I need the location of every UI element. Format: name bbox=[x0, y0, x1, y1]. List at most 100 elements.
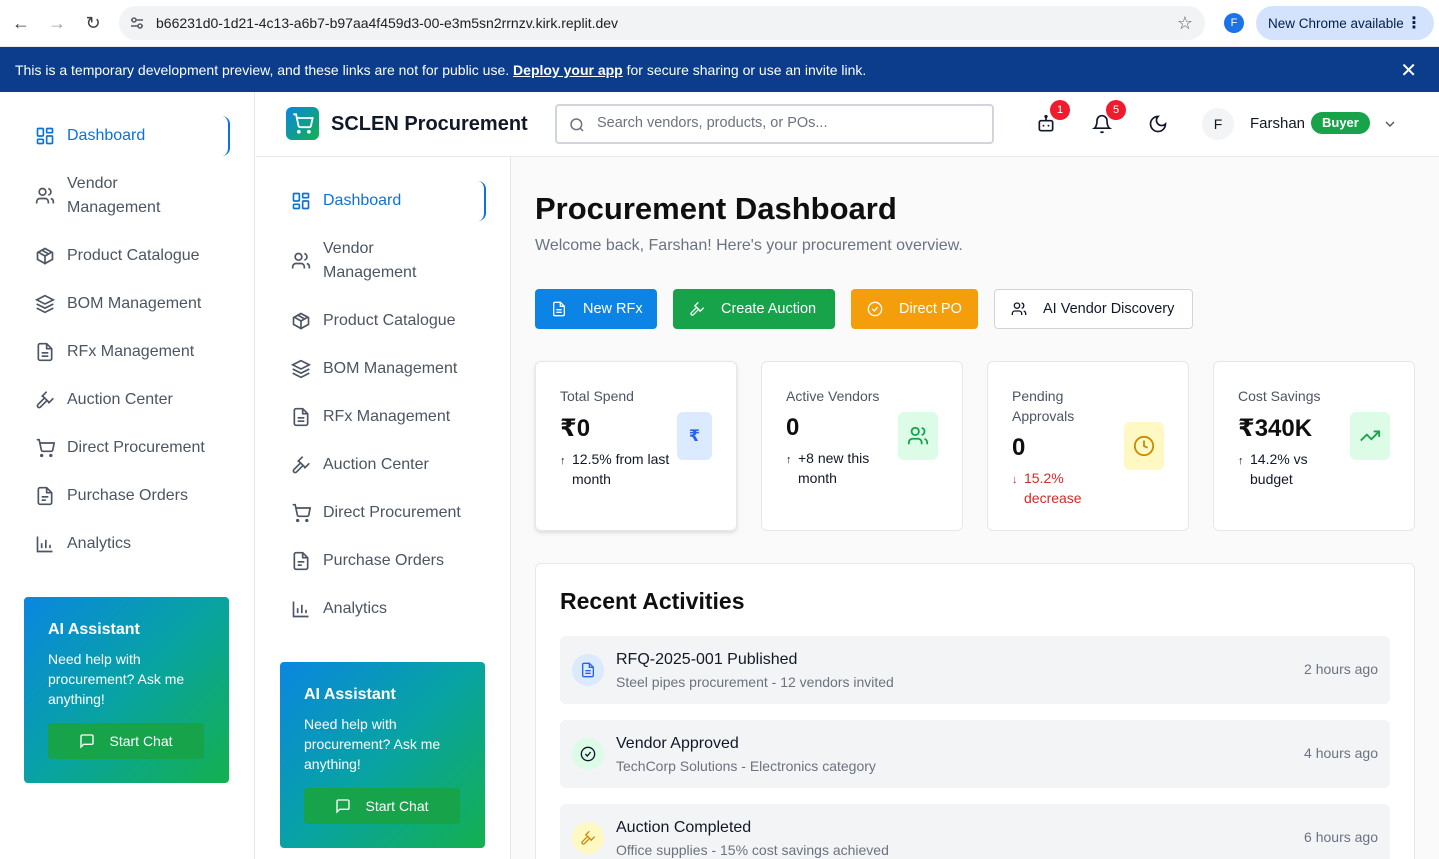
rupee-symbol: ₹ bbox=[688, 428, 701, 445]
ai-assistant-text: Need help with procurement? Ask me anyth… bbox=[304, 716, 441, 772]
profile-avatar[interactable]: F bbox=[1224, 13, 1244, 33]
gavel-icon bbox=[690, 301, 705, 316]
sidebar-item-direct-procurement[interactable]: Direct Procurement bbox=[24, 436, 230, 460]
file-text-icon bbox=[293, 407, 309, 427]
cart-icon bbox=[293, 113, 314, 134]
role-badge: Buyer bbox=[1311, 112, 1370, 134]
arrow-down-icon: ↓ bbox=[1012, 474, 1018, 486]
user-avatar[interactable]: F bbox=[1202, 108, 1234, 140]
sidebar-item-direct-procurement[interactable]: Direct Procurement bbox=[280, 501, 486, 525]
sidebar-item-dashboard[interactable]: Dashboard bbox=[280, 181, 486, 221]
sidebar-item-purchase-orders[interactable]: Purchase Orders bbox=[280, 549, 486, 573]
stat-change-text: 14.2% vs budget bbox=[1250, 451, 1308, 487]
create-auction-button[interactable]: Create Auction bbox=[673, 289, 835, 329]
package-icon bbox=[36, 247, 54, 265]
app-header: SCLEN Procurement 1 5 F Farshan Buyer bbox=[256, 92, 1439, 157]
sidebar-item-analytics[interactable]: Analytics bbox=[24, 532, 230, 556]
bar-chart-icon bbox=[292, 601, 309, 618]
sidebar-item-dashboard[interactable]: Dashboard bbox=[24, 116, 230, 156]
stat-label: Pending Approvals bbox=[1012, 388, 1075, 424]
package-icon bbox=[292, 312, 310, 330]
sidebar-item-bom-management[interactable]: BOM Management bbox=[24, 292, 230, 316]
users-icon bbox=[35, 187, 55, 204]
users-glyph bbox=[907, 426, 929, 445]
update-chrome-label: New Chrome available bbox=[1268, 16, 1404, 31]
sidebar-item-label: Analytics bbox=[67, 535, 132, 552]
sidebar-item-analytics[interactable]: Analytics bbox=[280, 597, 486, 621]
browser-toolbar: ← → ↻ b66231d0-1d21-4c13-a6b7-b97aa4f459… bbox=[0, 0, 1439, 47]
sidebar-item-product-catalogue[interactable]: Product Catalogue bbox=[24, 244, 230, 268]
banner-text-after: for secure sharing or use an invite link… bbox=[622, 62, 867, 78]
trending-up-icon bbox=[1350, 412, 1390, 460]
activity-item[interactable]: RFQ-2025-001 Published Steel pipes procu… bbox=[560, 636, 1390, 704]
global-search[interactable] bbox=[555, 104, 994, 144]
direct-po-label: Direct PO bbox=[899, 301, 962, 317]
sidebar-item-label: BOM Management bbox=[323, 360, 458, 377]
new-rfx-label: New RFx bbox=[583, 301, 643, 317]
sidebar-item-label: Product Catalogue bbox=[67, 247, 200, 264]
url-text: b66231d0-1d21-4c13-a6b7-b97aa4f459d3-00-… bbox=[156, 15, 619, 31]
users-icon bbox=[898, 412, 938, 460]
activity-time: 2 hours ago bbox=[1304, 661, 1378, 677]
forward-arrow-icon[interactable]: → bbox=[46, 12, 68, 34]
back-arrow-icon[interactable]: ← bbox=[10, 12, 32, 34]
stat-change: ↓ 15.2% decrease bbox=[1012, 468, 1102, 508]
stat-change-text: 12.5% from last month bbox=[572, 451, 670, 487]
sidebar-item-purchase-orders[interactable]: Purchase Orders bbox=[24, 484, 230, 508]
reload-icon[interactable]: ↻ bbox=[82, 12, 104, 34]
activity-item[interactable]: Auction Completed Office supplies - 15% … bbox=[560, 804, 1390, 859]
stat-change: ↑ 12.5% from last month bbox=[560, 449, 685, 489]
layers-icon bbox=[291, 359, 311, 379]
direct-po-button[interactable]: Direct PO bbox=[851, 289, 978, 329]
stat-change-text: +8 new this month bbox=[798, 450, 870, 486]
ai-assistant-title: AI Assistant bbox=[48, 621, 140, 638]
file-icon bbox=[37, 486, 53, 506]
start-chat-label: Start Chat bbox=[109, 733, 173, 749]
sidebar-item-label: Analytics bbox=[323, 600, 388, 617]
activity-title: Auction Completed bbox=[616, 819, 752, 836]
stat-label: Total Spend bbox=[560, 388, 634, 404]
brand-name: SCLEN Procurement bbox=[331, 113, 528, 135]
activity-time: 4 hours ago bbox=[1304, 745, 1378, 761]
sidebar-item-auction-center[interactable]: Auction Center bbox=[24, 388, 230, 412]
dev-preview-banner: This is a temporary development preview,… bbox=[0, 47, 1439, 92]
sidebar-item-rfx-management[interactable]: RFx Management bbox=[24, 340, 230, 364]
main-content: Procurement Dashboard Welcome back, Fars… bbox=[511, 157, 1439, 859]
bar-chart-icon bbox=[36, 536, 53, 553]
sidebar-item-product-catalogue[interactable]: Product Catalogue bbox=[280, 309, 486, 333]
page-title: Procurement Dashboard bbox=[535, 191, 897, 226]
deploy-link[interactable]: Deploy your app bbox=[513, 62, 623, 78]
bookmark-star-icon[interactable]: ☆ bbox=[1177, 13, 1193, 34]
ai-assistant-title: AI Assistant bbox=[304, 686, 396, 703]
check-circle-icon bbox=[867, 301, 883, 317]
update-chrome-button[interactable]: New Chrome available ⋮ bbox=[1256, 6, 1434, 40]
user-name[interactable]: Farshan bbox=[1250, 115, 1305, 132]
site-settings-icon[interactable] bbox=[129, 15, 145, 31]
sidebar-item-label: Product Catalogue bbox=[323, 312, 456, 329]
sidebar-item-bom-management[interactable]: BOM Management bbox=[280, 357, 486, 381]
sidebar-item-vendor-management[interactable]: Vendor Management bbox=[24, 172, 230, 220]
search-input[interactable] bbox=[597, 115, 977, 131]
start-chat-label: Start Chat bbox=[365, 798, 429, 814]
sidebar-item-label: Auction Center bbox=[323, 456, 429, 473]
stat-change: ↑ +8 new this month bbox=[786, 448, 886, 488]
create-auction-label: Create Auction bbox=[721, 301, 817, 317]
layers-icon bbox=[35, 294, 55, 314]
chevron-down-icon[interactable] bbox=[1382, 116, 1398, 132]
ai-vendor-discovery-button[interactable]: AI Vendor Discovery bbox=[994, 289, 1193, 329]
start-chat-button[interactable]: Start Chat bbox=[48, 723, 204, 759]
start-chat-button[interactable]: Start Chat bbox=[304, 788, 460, 824]
app-logo bbox=[286, 107, 319, 140]
stat-change-text: 15.2% decrease bbox=[1024, 470, 1082, 506]
sidebar-item-vendor-management[interactable]: Vendor Management bbox=[280, 237, 486, 285]
address-bar[interactable]: b66231d0-1d21-4c13-a6b7-b97aa4f459d3-00-… bbox=[119, 6, 1205, 40]
moon-icon[interactable] bbox=[1148, 114, 1168, 134]
sidebar-item-auction-center[interactable]: Auction Center bbox=[280, 453, 486, 477]
activity-item[interactable]: Vendor Approved TechCorp Solutions - Ele… bbox=[560, 720, 1390, 788]
search-icon bbox=[570, 118, 584, 132]
new-rfx-button[interactable]: New RFx bbox=[535, 289, 657, 329]
sidebar-item-label: Direct Procurement bbox=[323, 504, 461, 521]
sidebar-item-rfx-management[interactable]: RFx Management bbox=[280, 405, 486, 429]
sidebar-item-label: Purchase Orders bbox=[67, 487, 188, 504]
close-banner-icon[interactable]: ✕ bbox=[1400, 58, 1417, 83]
